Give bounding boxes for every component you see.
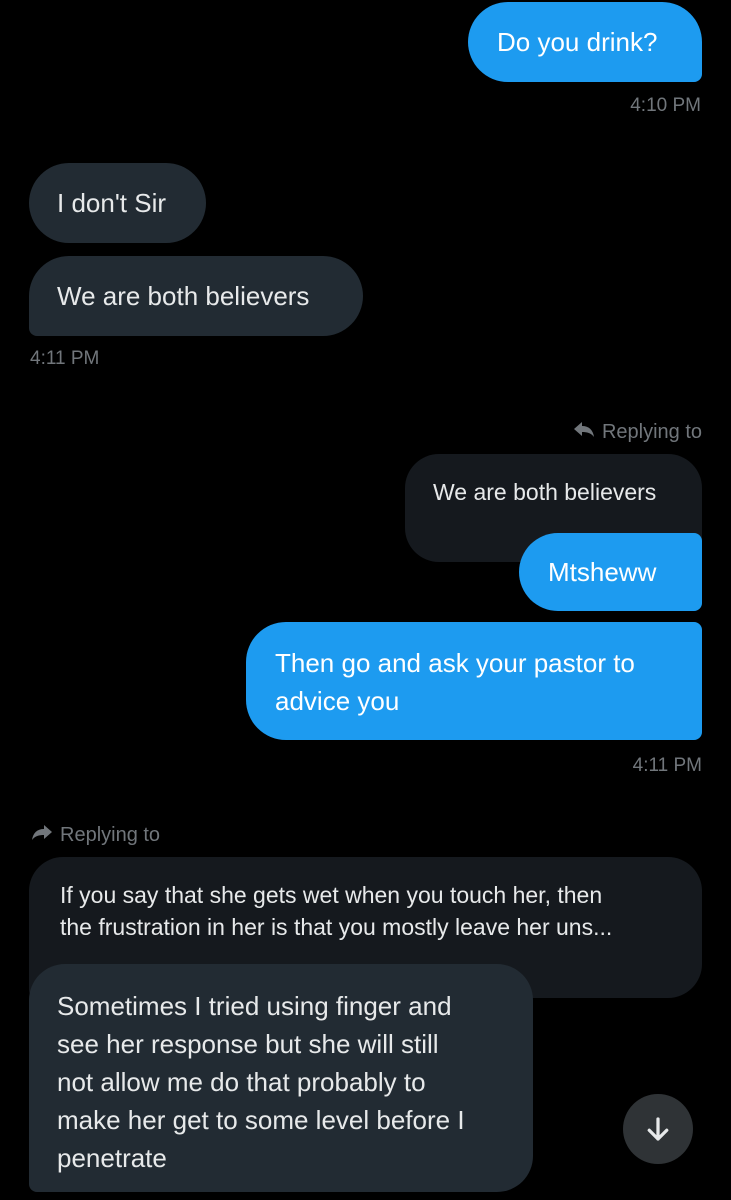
message-outgoing[interactable]: Mtsheww [519,533,702,611]
timestamp: 4:10 PM [630,95,701,116]
message-text: I don't Sir [57,188,167,218]
timestamp: 4:11 PM [632,755,702,776]
replying-to-label: Replying to [572,417,702,447]
message-incoming[interactable]: We are both believers [29,256,363,336]
message-outgoing[interactable]: Then go and ask your pastor to advice yo… [246,622,702,740]
message-text-line: Then go and ask your pastor to [275,648,635,678]
reply-arrow-icon [572,417,596,447]
message-text: Mtsheww [548,557,657,587]
timestamp: 4:11 PM [30,348,100,369]
message-outgoing[interactable]: Do you drink? [468,2,702,82]
quoted-text-line: the frustration in her is that you mostl… [60,914,613,940]
message-text-line: penetrate [57,1143,167,1173]
message-text-line: advice you [275,686,400,716]
message-text: We are both believers [57,281,310,311]
forward-arrow-icon [30,820,54,850]
message-incoming[interactable]: Sometimes I tried using finger and see h… [29,964,533,1192]
scroll-to-bottom-button[interactable] [623,1094,693,1164]
message-text: Do you drink? [497,27,658,57]
quoted-text: We are both believers [433,479,657,505]
replying-to-label: Replying to [30,820,160,850]
message-text-line: see her response but she will still [57,1029,439,1059]
message-incoming[interactable]: I don't Sir [29,163,206,243]
arrow-down-icon [643,1114,673,1144]
quoted-text-line: If you say that she gets wet when you to… [60,882,603,908]
message-text-line: make her get to some level before I [57,1105,465,1135]
message-text-line: not allow me do that probably to [57,1067,426,1097]
message-text-line: Sometimes I tried using finger and [57,991,452,1021]
